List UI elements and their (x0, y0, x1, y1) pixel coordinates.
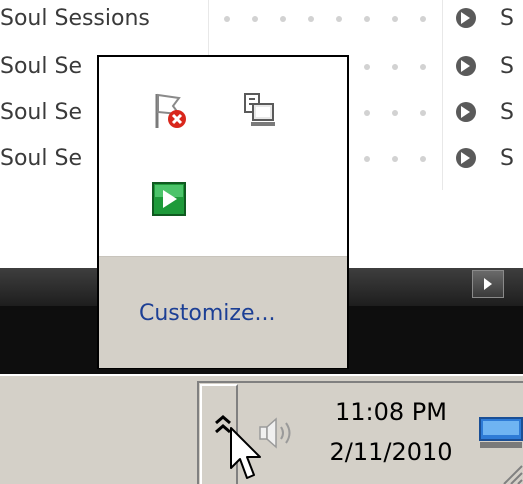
row-trailing-text: S (500, 100, 514, 125)
row-trailing-text: S (500, 146, 514, 171)
track-title[interactable]: Soul Se (0, 98, 82, 128)
network-icon[interactable] (239, 90, 279, 130)
row-arrow-icon[interactable] (456, 8, 476, 28)
resize-grip-icon (503, 465, 523, 484)
rating-stars[interactable] (224, 16, 426, 22)
show-desktop-icon[interactable] (478, 416, 523, 450)
row-arrow-icon[interactable] (456, 148, 476, 168)
customize-link[interactable]: Customize... (139, 299, 275, 329)
scroll-right-button[interactable] (472, 270, 504, 298)
media-player-icon[interactable] (149, 179, 189, 219)
row-trailing-text: S (500, 54, 514, 79)
row-arrow-icon[interactable] (456, 56, 476, 76)
clock-date: 2/11/2010 (329, 438, 453, 466)
row-arrow-icon[interactable] (456, 102, 476, 122)
track-title[interactable]: Soul Se (0, 52, 82, 82)
action-center-icon[interactable] (149, 90, 189, 130)
mouse-cursor-icon (230, 427, 261, 479)
column-divider (442, 0, 443, 190)
taskbar-clock[interactable]: 11:08 PM 2/11/2010 (316, 392, 466, 472)
row-trailing-text: S (500, 6, 514, 31)
track-title[interactable]: Soul Sessions (0, 4, 150, 34)
clock-time: 11:08 PM (335, 398, 447, 426)
popup-footer: Customize... (99, 256, 347, 368)
notification-overflow-popup: Customize... (97, 55, 349, 369)
track-title[interactable]: Soul Se (0, 144, 82, 174)
